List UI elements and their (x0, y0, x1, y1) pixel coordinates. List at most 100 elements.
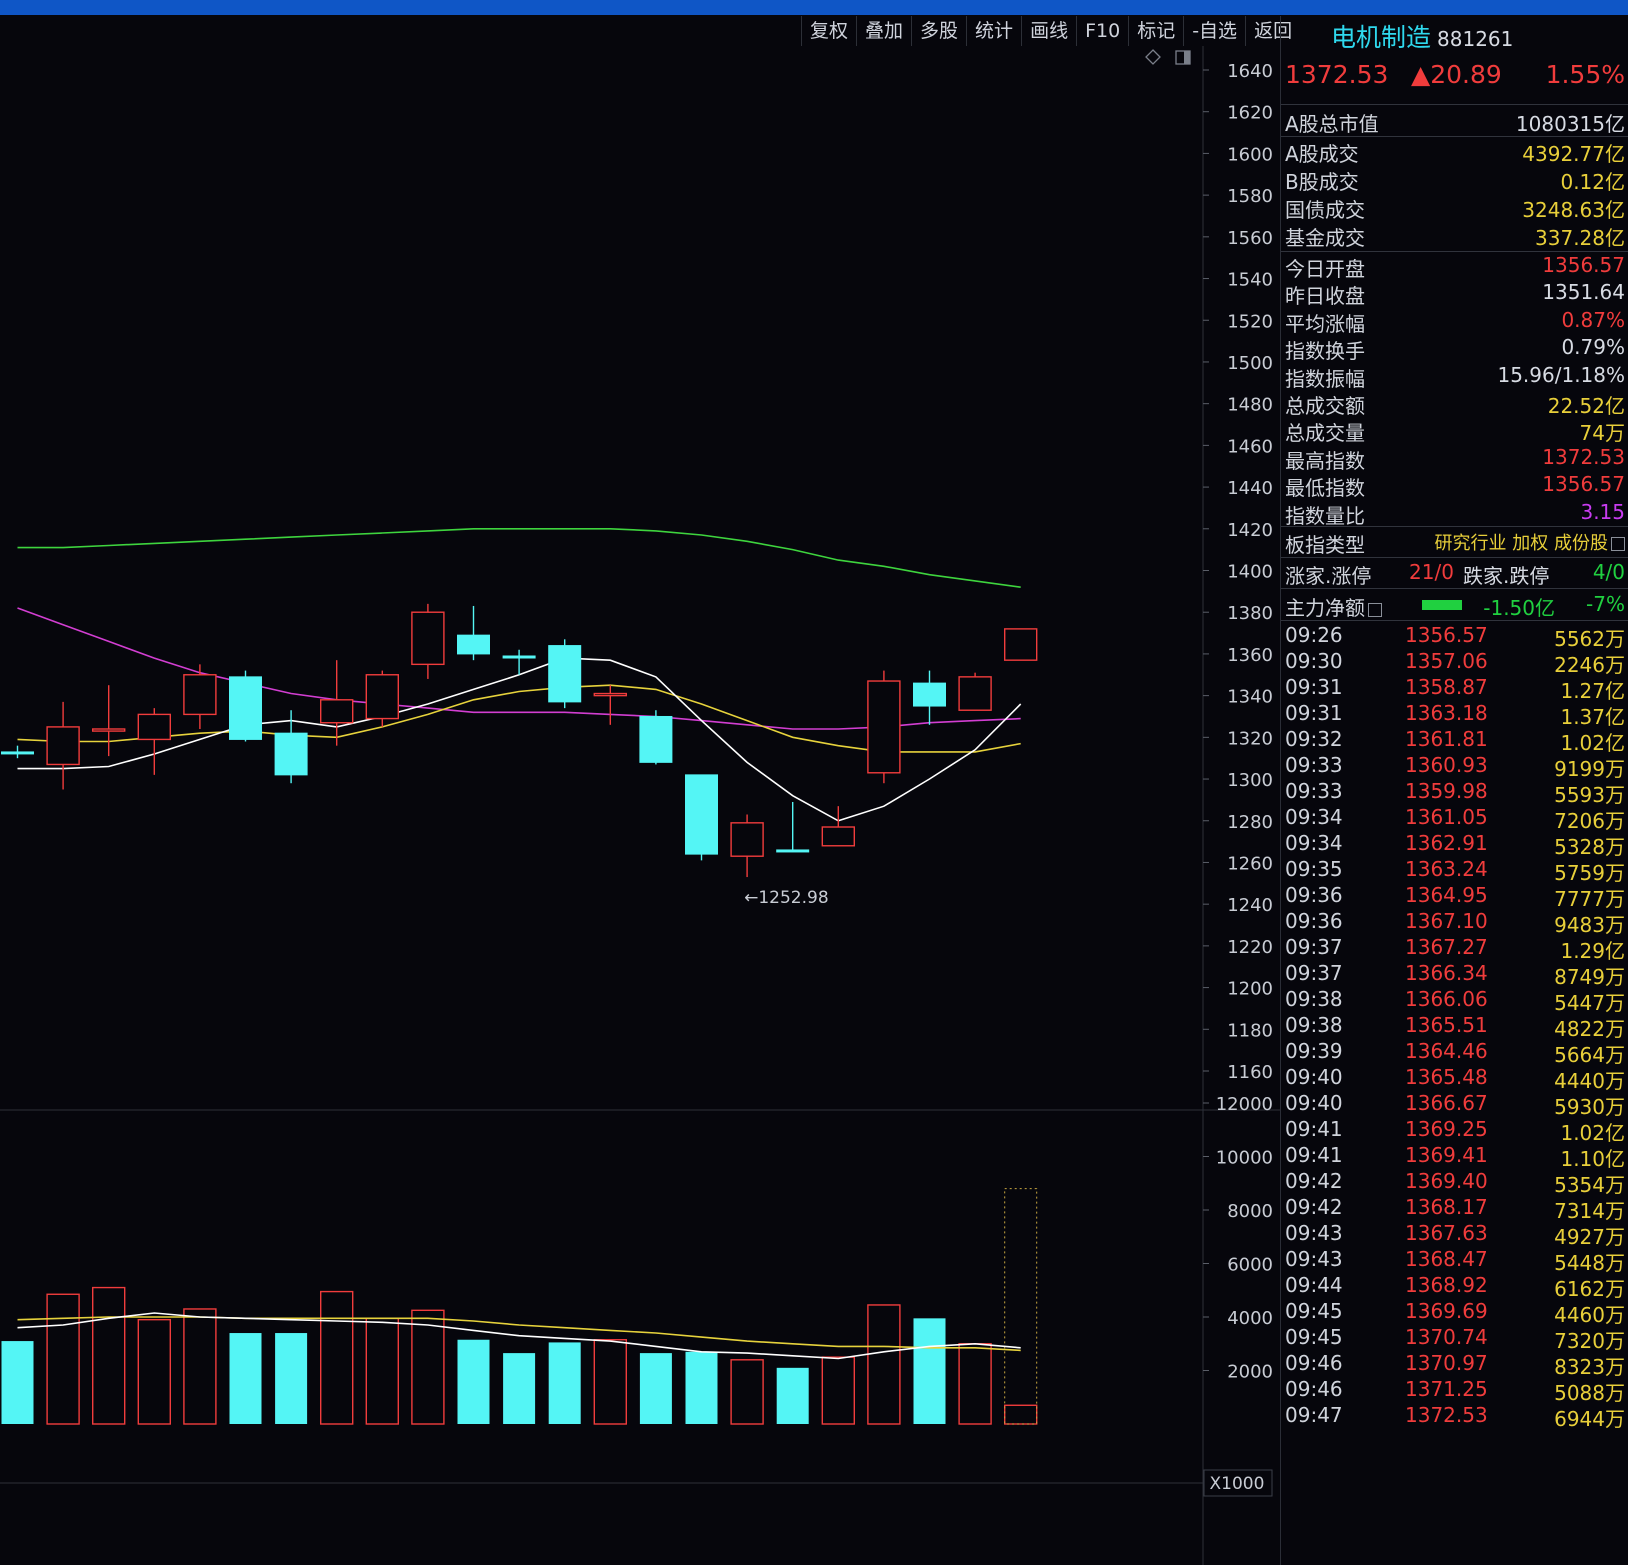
tick-row[interactable]: 09:33 1359.98 5593万 (1285, 779, 1625, 807)
volume-bar-up (1004, 1404, 1038, 1425)
draw-line-button[interactable]: 画线 (1021, 16, 1076, 46)
ma60-line (17, 527, 1021, 588)
tick-time: 09:40 (1285, 1091, 1343, 1115)
tick-row[interactable]: 09:45 1370.74 7320万 (1285, 1325, 1625, 1353)
tick-amount: 1.02亿 (1560, 731, 1625, 755)
up-limit-value: 21/0 (1409, 560, 1454, 584)
tick-row[interactable]: 09:36 1367.10 9483万 (1285, 909, 1625, 937)
tick-row[interactable]: 09:42 1369.40 5354万 (1285, 1169, 1625, 1197)
tick-row[interactable]: 09:31 1358.87 1.27亿 (1285, 675, 1625, 703)
tick-row[interactable]: 09:44 1368.92 6162万 (1285, 1273, 1625, 1301)
constituents-icon[interactable] (1611, 537, 1625, 551)
price-tick-label: 1580 (1227, 186, 1273, 207)
volume-tick-label: 6000 (1227, 1255, 1273, 1276)
mark-button[interactable]: 标记 (1128, 16, 1183, 46)
volume-unit-label: X1000 (1210, 1474, 1265, 1494)
tick-amount: 1.29亿 (1560, 939, 1625, 963)
tick-row[interactable]: 09:46 1371.25 5088万 (1285, 1377, 1625, 1405)
tick-row[interactable]: 09:46 1370.97 8323万 (1285, 1351, 1625, 1379)
price-tick-label: 1620 (1227, 103, 1273, 124)
f10-button[interactable]: F10 (1076, 16, 1128, 46)
tick-amount: 1.10亿 (1560, 1147, 1625, 1171)
tick-price: 1364.95 (1405, 883, 1488, 907)
main-flow-row: 主力净额 -1.50亿 -7% (1285, 592, 1625, 620)
tick-row[interactable]: 09:31 1363.18 1.37亿 (1285, 701, 1625, 729)
tick-row[interactable]: 09:37 1367.27 1.29亿 (1285, 935, 1625, 963)
tick-row[interactable]: 09:36 1364.95 7777万 (1285, 883, 1625, 911)
candle-body-down (1, 751, 34, 755)
tick-row[interactable]: 09:41 1369.25 1.02亿 (1285, 1117, 1625, 1145)
tick-time: 09:33 (1285, 753, 1343, 777)
tick-price: 1364.46 (1405, 1039, 1488, 1063)
tick-row[interactable]: 09:33 1360.93 9199万 (1285, 753, 1625, 781)
restore-rights-button[interactable]: 复权 (801, 16, 856, 46)
tick-row[interactable]: 09:32 1361.81 1.02亿 (1285, 727, 1625, 755)
list-icon[interactable] (1368, 602, 1382, 617)
index-name: 电机制造 (1331, 23, 1432, 52)
tick-row[interactable]: 09:26 1356.57 5562万 (1285, 623, 1625, 651)
tick-time: 09:31 (1285, 701, 1343, 725)
tick-amount: 2246万 (1554, 653, 1625, 677)
tick-row[interactable]: 09:34 1362.91 5328万 (1285, 831, 1625, 859)
tick-row[interactable]: 09:35 1363.24 5759万 (1285, 857, 1625, 885)
tick-amount: 5328万 (1554, 835, 1625, 859)
tick-price: 1365.48 (1405, 1065, 1488, 1089)
candle-body-down (502, 655, 536, 659)
tick-row[interactable]: 09:40 1366.67 5930万 (1285, 1091, 1625, 1119)
tick-amount: 5354万 (1554, 1173, 1625, 1197)
tick-amount: 7320万 (1554, 1329, 1625, 1353)
limit-up-down-row: 涨家.涨停 21/0 跌家.跌停 4/0 (1285, 560, 1625, 588)
market-row: B股成交 0.12亿 (1285, 166, 1625, 194)
index-title: 电机制造 881261 (1331, 18, 1513, 54)
divider (1281, 588, 1628, 589)
candle-body-up (91, 728, 126, 732)
tick-row[interactable]: 09:40 1365.48 4440万 (1285, 1065, 1625, 1093)
remove-watchlist-button[interactable]: -自选 (1183, 16, 1245, 46)
tick-price: 1367.27 (1405, 935, 1488, 959)
tick-price: 1366.67 (1405, 1091, 1488, 1115)
market-row-value: 0.12亿 (1560, 170, 1625, 194)
tick-time: 09:45 (1285, 1325, 1343, 1349)
tick-amount: 7314万 (1554, 1199, 1625, 1223)
tick-row[interactable]: 09:41 1369.41 1.10亿 (1285, 1143, 1625, 1171)
volume-bar-up (411, 1309, 445, 1425)
tick-row[interactable]: 09:39 1364.46 5664万 (1285, 1039, 1625, 1067)
volume-tick-label: 10000 (1216, 1148, 1273, 1169)
main-flow-pct: -7% (1586, 592, 1625, 616)
board-type-value[interactable]: 研究行业 加权 成份股 (1435, 533, 1608, 554)
tick-row[interactable]: 09:38 1366.06 5447万 (1285, 987, 1625, 1015)
tick-row[interactable]: 09:43 1367.63 4927万 (1285, 1221, 1625, 1249)
divider (1281, 136, 1628, 137)
tick-row[interactable]: 09:47 1372.53 6944万 (1285, 1403, 1625, 1431)
tick-row[interactable]: 09:45 1369.69 4460万 (1285, 1299, 1625, 1327)
kline-chart[interactable]: 1640 1620 1600 1580 1560 1540 1520 1500 1480 1460… (0, 46, 1280, 1565)
chart-frame (0, 46, 1280, 1565)
market-row-label: 基金成交 (1285, 226, 1365, 250)
candle-body-up (183, 674, 217, 716)
tick-time: 09:31 (1285, 675, 1343, 699)
stat-label: 最低指数 (1285, 476, 1365, 501)
tick-amount: 1.37亿 (1560, 705, 1625, 729)
multi-stock-button[interactable]: 多股 (911, 16, 966, 46)
candle-body-down (457, 634, 490, 655)
statistics-button[interactable]: 统计 (966, 16, 1021, 46)
tick-price: 1369.41 (1405, 1143, 1488, 1167)
price-tick-label: 1600 (1227, 144, 1273, 165)
tick-amount: 5930万 (1554, 1095, 1625, 1119)
candle-body-up (46, 726, 80, 766)
overlay-button[interactable]: 叠加 (856, 16, 911, 46)
tick-row[interactable]: 09:34 1361.05 7206万 (1285, 805, 1625, 833)
tick-row[interactable]: 09:30 1357.06 2246万 (1285, 649, 1625, 677)
tick-row[interactable]: 09:42 1368.17 7314万 (1285, 1195, 1625, 1223)
tick-time: 09:44 (1285, 1273, 1343, 1297)
tick-time: 09:38 (1285, 1013, 1343, 1037)
tick-row[interactable]: 09:38 1365.51 4822万 (1285, 1013, 1625, 1041)
tick-amount: 5088万 (1554, 1381, 1625, 1405)
tick-row[interactable]: 09:37 1366.34 8749万 (1285, 961, 1625, 989)
volume-bar-up (183, 1308, 217, 1425)
tick-time: 09:38 (1285, 987, 1343, 1011)
tick-time: 09:47 (1285, 1403, 1343, 1427)
main-flow-value: -1.50亿 (1483, 596, 1555, 620)
tick-row[interactable]: 09:43 1368.47 5448万 (1285, 1247, 1625, 1275)
price-tick-label: 1340 (1227, 687, 1273, 708)
